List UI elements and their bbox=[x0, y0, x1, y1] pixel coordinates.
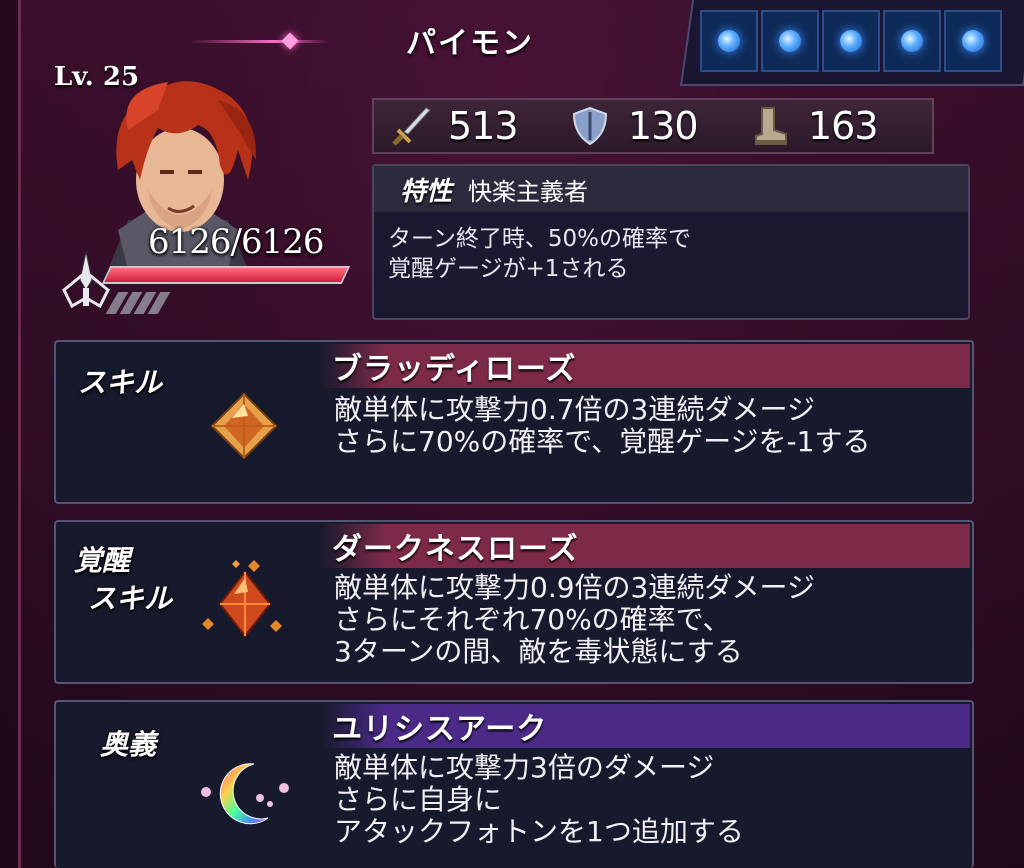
trait-panel: 特性 快楽主義者 ターン終了時、50%の確率で 覚醒ゲージが+1される bbox=[372, 164, 970, 320]
character-name: パイモン bbox=[406, 26, 534, 61]
orb-slot bbox=[700, 10, 758, 72]
stats-bar: 513 130 163 bbox=[372, 98, 934, 154]
orb-slot bbox=[944, 10, 1002, 72]
speed-stat: 163 bbox=[734, 104, 914, 148]
title-ornament bbox=[190, 40, 330, 43]
orb-slot bbox=[761, 10, 819, 72]
speed-value: 163 bbox=[808, 104, 879, 148]
skill-description: 敵単体に攻撃力0.9倍の3連続ダメージ さらにそれぞれ70%の確率で、 3ターン… bbox=[334, 572, 815, 668]
blue-orb-icon bbox=[901, 30, 923, 52]
trait-name: 快楽主義者 bbox=[468, 177, 589, 206]
skill-name-header: ユリシスアーク bbox=[320, 704, 970, 748]
trait-description: ターン終了時、50%の確率で 覚醒ゲージが+1される bbox=[374, 212, 968, 296]
hp-bar bbox=[101, 266, 351, 284]
skill-type-line: スキル bbox=[88, 582, 173, 615]
skill-desc-line: さらに自身に bbox=[334, 783, 503, 816]
skill-type-label: スキル bbox=[78, 364, 162, 402]
trait-tag: 特性 bbox=[400, 176, 453, 207]
blue-orb-icon bbox=[718, 30, 740, 52]
blue-orb-icon bbox=[840, 30, 862, 52]
boot-icon bbox=[755, 107, 787, 145]
orange-crystal-icon bbox=[210, 392, 278, 460]
skill-desc-line: 3ターンの間、敵を毒状態にする bbox=[334, 635, 743, 668]
red-crystal-cluster-icon bbox=[202, 560, 282, 638]
skill-desc-line: 敵単体に攻撃力3倍のダメージ bbox=[334, 751, 715, 784]
orb-slots bbox=[700, 10, 1002, 72]
skill-name-header: ダークネスローズ bbox=[320, 524, 970, 568]
skill-desc-line: アタックフォトンを1つ追加する bbox=[334, 815, 744, 848]
shield-icon bbox=[572, 106, 608, 146]
skill-card[interactable]: スキル ブラッディローズ 敵単体に攻撃力0.7倍の3連続ダメージ さらに70%の… bbox=[54, 340, 974, 504]
skill-desc-line: 敵単体に攻撃力0.9倍の3連続ダメージ bbox=[334, 571, 815, 604]
blue-orb-icon bbox=[962, 30, 984, 52]
hp-value: 6126/6126 bbox=[148, 222, 325, 262]
skill-type-line: 奥義 bbox=[100, 728, 157, 761]
blue-orb-icon bbox=[779, 30, 801, 52]
attack-stat: 513 bbox=[374, 104, 554, 148]
ultimate-skill-card[interactable]: 奥義 ユリシスアーク 敵単体に攻撃力3倍のダメージ さらに自身に アタックフォト… bbox=[54, 700, 974, 868]
skill-name-header: ブラッディローズ bbox=[320, 344, 970, 388]
hp-bar-fill bbox=[104, 268, 348, 282]
rainbow-crescent-icon bbox=[201, 763, 289, 825]
skill-desc-line: 敵単体に攻撃力0.7倍の3連続ダメージ bbox=[334, 393, 815, 426]
skill-description: 敵単体に攻撃力3倍のダメージ さらに自身に アタックフォトンを1つ追加する bbox=[334, 752, 744, 848]
defense-stat: 130 bbox=[554, 104, 734, 148]
defense-value: 130 bbox=[628, 104, 699, 148]
skill-type-label: 覚醒 スキル bbox=[74, 542, 172, 618]
trait-desc-line: 覚醒ゲージが+1される bbox=[388, 256, 629, 282]
skill-desc-line: さらに70%の確率で、覚醒ゲージを-1する bbox=[334, 425, 871, 458]
trait-desc-line: ターン終了時、50%の確率で bbox=[388, 226, 691, 252]
trait-header: 特性 快楽主義者 bbox=[374, 166, 968, 212]
attack-value: 513 bbox=[448, 104, 519, 148]
skill-type-line: スキル bbox=[78, 366, 163, 399]
skill-description: 敵単体に攻撃力0.7倍の3連続ダメージ さらに70%の確率で、覚醒ゲージを-1す… bbox=[334, 394, 870, 458]
sword-icon bbox=[392, 107, 431, 146]
skill-type-line: 覚醒 bbox=[74, 544, 131, 577]
orb-slot bbox=[883, 10, 941, 72]
orb-slot bbox=[822, 10, 880, 72]
skill-desc-line: さらにそれぞれ70%の確率で、 bbox=[334, 603, 731, 636]
skill-type-label: 奥義 bbox=[100, 726, 156, 764]
awakening-skill-card[interactable]: 覚醒 スキル ダークネスローズ 敵単体に攻撃力0.9倍の3連続ダメージ さらにそ… bbox=[54, 520, 974, 684]
gauge-stripes bbox=[105, 292, 171, 314]
